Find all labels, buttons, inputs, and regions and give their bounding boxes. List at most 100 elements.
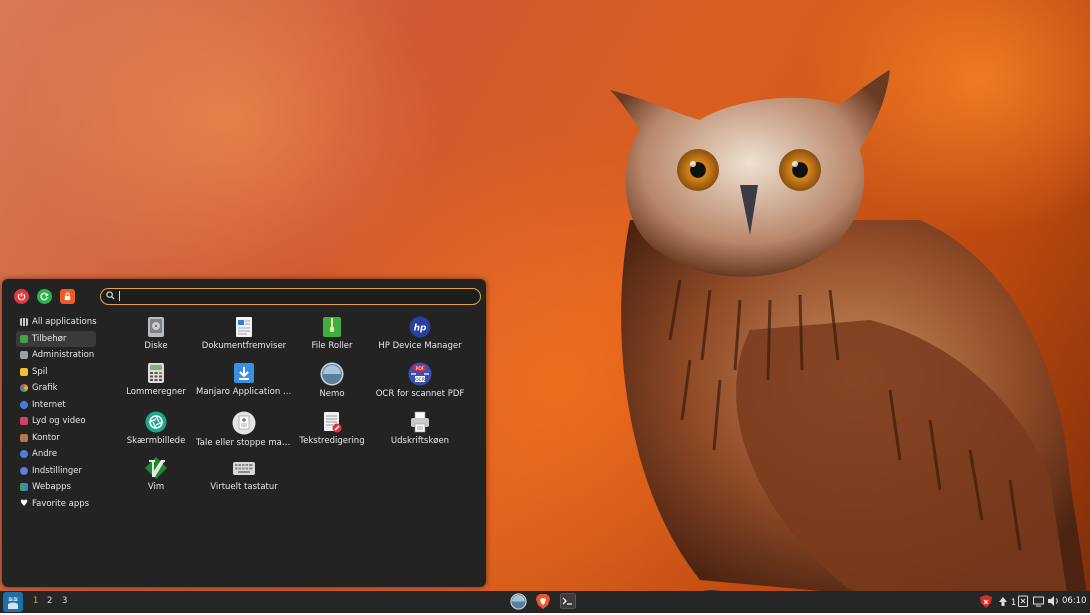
app-lommeregner[interactable]: Lommeregner [108,362,204,397]
clock[interactable]: 06:10 [1062,596,1087,606]
session-buttons [14,289,75,304]
volume-icon [1048,596,1058,606]
tray-updates[interactable]: 1 [998,595,1016,610]
monitor-icon [1033,596,1044,607]
category-lyd-og-video[interactable]: Lyd og video [16,413,96,430]
graphics-icon [20,384,28,393]
app-nemo[interactable]: Nemo [284,362,380,399]
calculator-icon [145,362,167,384]
app-tekstredigering[interactable]: Tekstredigering [284,411,380,446]
ocr-pdf-icon: PDF OCR [407,362,433,386]
disks-icon [145,316,167,338]
grid-icon [20,318,28,327]
category-administration[interactable]: Administration [16,347,96,364]
svg-text:≋≋: ≋≋ [8,596,18,603]
heart-icon: ♥ [20,498,29,509]
manjaro-apps-icon [233,362,255,384]
multimedia-icon [20,417,28,426]
workspace-2[interactable]: 2 [47,596,52,606]
app-diske[interactable]: Diske [108,316,204,351]
owl-wallpaper-image [610,70,1090,613]
category-spil[interactable]: Spil [16,364,96,381]
category-kontor[interactable]: Kontor [16,430,96,447]
text-editor-icon [321,411,343,433]
category-tilbehor[interactable]: Tilbehør [16,330,96,347]
category-label: Administration [32,350,95,361]
category-favorite-apps[interactable]: ♥ Favorite apps [16,496,96,513]
category-list: All applications Tilbehør Administration… [16,314,97,513]
category-label: Tilbehør [32,333,67,344]
app-label: OCR for scannet PDF [375,389,465,399]
category-webapps[interactable]: Webapps [16,479,96,496]
category-label: Internet [32,399,66,410]
app-virtuelt-tastatur[interactable]: Virtuelt tastatur [196,457,292,492]
app-tale-eller-stoppe-maskinen[interactable]: Tale eller stoppe maskinen [196,411,292,448]
category-internet[interactable]: Internet [16,397,96,414]
clipboard-icon [1018,595,1028,607]
app-label: HP Device Manager [378,341,462,351]
shield-icon [980,595,992,608]
document-viewer-icon [233,316,255,338]
bottom-panel: ≋≋ 1 2 3 1 06:10 [0,591,1090,613]
power-icon [17,292,26,301]
power-button[interactable] [14,289,29,304]
speech-icon [232,411,256,435]
taskbar-terminal[interactable] [560,593,576,612]
brave-icon [536,594,550,609]
svg-text:PDF: PDF [416,366,425,372]
search-input[interactable] [100,288,481,305]
screenshot-icon [145,411,167,433]
app-label: Tekstredigering [299,436,365,446]
taskbar-nemo[interactable] [510,593,527,613]
category-all-applications[interactable]: All applications [16,314,97,331]
workspace-1[interactable]: 1 [33,596,38,606]
internet-icon [20,400,28,409]
category-label: Lyd og video [32,416,86,427]
app-label: Tale eller stoppe maskinen [196,438,292,448]
tray-volume[interactable] [1048,595,1059,610]
printer-icon [409,411,431,433]
app-file-roller[interactable]: File Roller [284,316,380,351]
terminal-icon [560,593,576,609]
tray-clipboard[interactable] [1018,595,1028,610]
update-count: 1 [1010,598,1017,608]
tray-security[interactable] [980,595,992,611]
nemo-icon [320,362,344,386]
app-skaermbillede[interactable]: Skærmbillede [108,411,204,446]
category-grafik[interactable]: Grafik [16,380,96,397]
workspace-3[interactable]: 3 [62,596,67,606]
app-hp-device-manager[interactable]: hp HP Device Manager [372,316,468,351]
lock-button[interactable] [60,289,75,304]
taskbar-brave[interactable] [535,593,551,613]
other-icon [20,450,28,459]
webapps-icon [20,483,28,492]
tray-display[interactable] [1033,595,1044,610]
app-vim[interactable]: Vim [108,457,204,492]
logout-icon [40,292,49,301]
hp-icon: hp [409,316,431,338]
settings-icon [20,466,28,475]
app-dokumentfremviser[interactable]: Dokumentfremviser [196,316,292,351]
games-icon [20,367,28,376]
office-icon [20,433,28,442]
nemo-icon [510,593,527,610]
menu-button[interactable]: ≋≋ [3,592,23,612]
update-icon [999,597,1007,606]
category-label: Grafik [32,383,58,394]
distro-logo-icon: ≋≋ [8,596,18,609]
category-label: Andre [32,449,58,460]
app-label: Lommeregner [126,387,186,397]
app-label: Dokumentfremviser [201,341,287,351]
app-label: Manjaro Application Utility [196,387,292,397]
lock-icon [64,292,71,301]
category-andre[interactable]: Andre [16,446,96,463]
category-label: Spil [32,366,48,377]
keyboard-icon [233,457,255,479]
logout-button[interactable] [37,289,52,304]
category-indstillinger[interactable]: Indstillinger [16,463,96,480]
app-udskriftskoen[interactable]: Udskriftskøen [372,411,468,446]
app-label: Udskriftskøen [390,436,450,446]
accessories-icon [20,334,28,343]
app-manjaro-application-utility[interactable]: Manjaro Application Utility [196,362,292,397]
app-ocr-for-scannet-pdf[interactable]: PDF OCR OCR for scannet PDF [372,362,468,399]
